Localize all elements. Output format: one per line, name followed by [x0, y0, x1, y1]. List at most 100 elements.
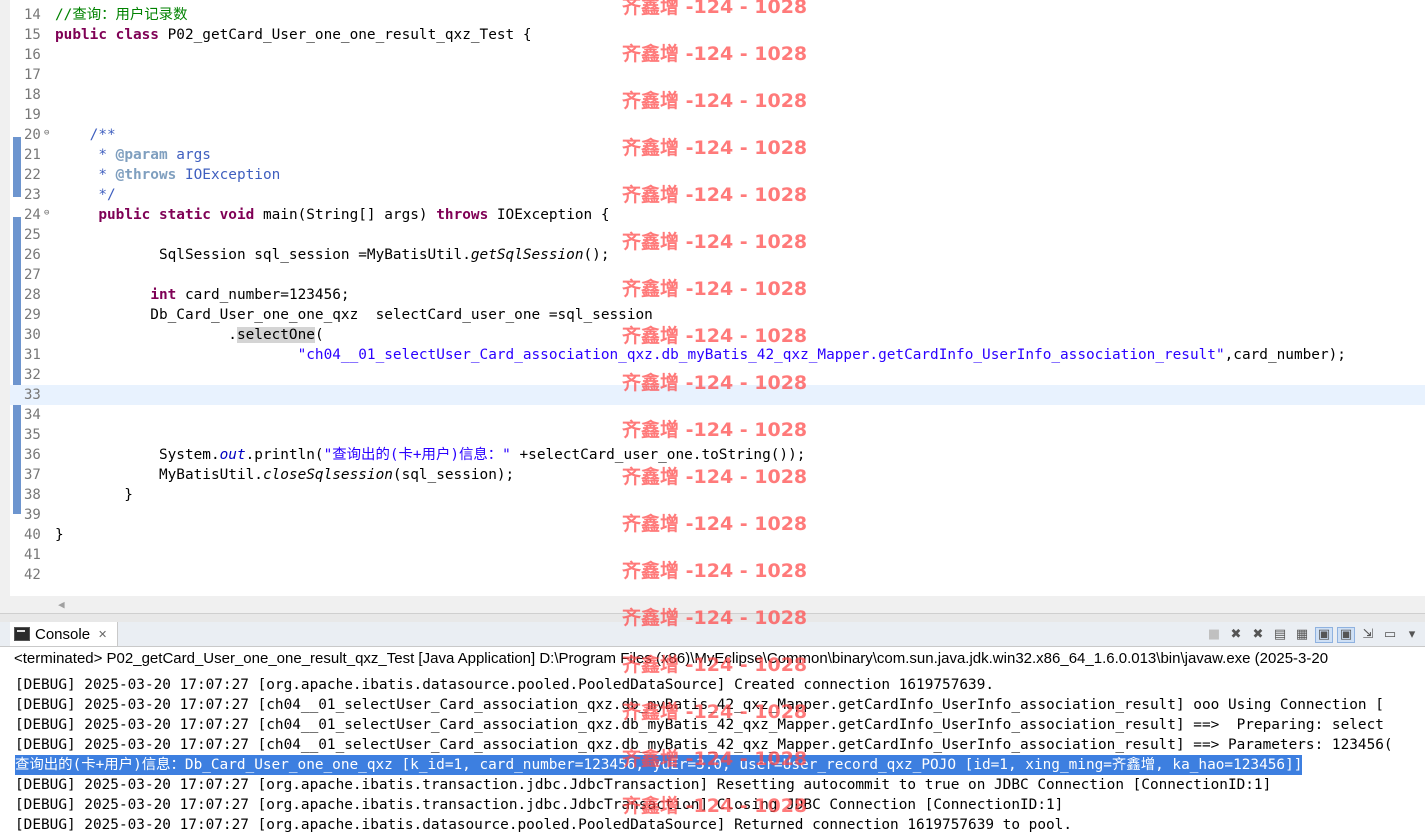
line-number: 36	[24, 447, 41, 463]
show-stderr-icon[interactable]: ▣	[1337, 627, 1355, 643]
fold-icon[interactable]: ⊖	[44, 209, 53, 218]
code-text: Db_Card_User_one_one_qxz selectCard_user…	[55, 307, 653, 323]
code-text: System.out.println("查询出的(卡+用户)信息：" +sele…	[55, 447, 806, 463]
remove-launch-icon[interactable]: ✖	[1227, 627, 1245, 643]
code-text: "ch04__01_selectUser_Card_association_qx…	[297, 347, 1346, 363]
code-line[interactable]: 37 MyBatisUtil.closeSqlsession(sql_sessi…	[10, 465, 1425, 485]
code-text: //查询：用户记录数	[55, 7, 188, 23]
code-line[interactable]: 16	[10, 45, 1425, 65]
line-number: 19	[24, 107, 41, 123]
line-number: 30	[24, 327, 41, 343]
code-line[interactable]: 32	[10, 365, 1425, 385]
code-text: public class P02_getCard_User_one_one_re…	[55, 27, 532, 43]
code-line[interactable]: 36 System.out.println("查询出的(卡+用户)信息：" +s…	[10, 445, 1425, 465]
code-line[interactable]: 20 ⊖ /**	[10, 125, 1425, 145]
console-toolbar: ■ ✖ ✖ ▤ ▦ ▣ ▣ ⇲ ▭ ▾	[1205, 626, 1425, 644]
code-text: }	[55, 487, 133, 503]
code-text: .selectOne(	[55, 327, 324, 343]
clear-console-icon[interactable]: ▤	[1271, 627, 1289, 643]
code-line[interactable]: 42	[10, 565, 1425, 585]
fold-icon[interactable]: ⊖	[44, 129, 53, 138]
code-line[interactable]: 18	[10, 85, 1425, 105]
code-text: int card_number=123456;	[150, 287, 350, 303]
code-text: */	[98, 187, 116, 203]
code-line[interactable]: 17	[10, 65, 1425, 85]
code-editor[interactable]: 1314//查询：用户记录数15public class P02_getCard…	[10, 0, 1425, 596]
line-number: 34	[24, 407, 41, 423]
code-line[interactable]: 19	[10, 105, 1425, 125]
console-tab-label: Console	[35, 625, 91, 643]
line-number: 15	[24, 27, 41, 43]
line-number: 40	[24, 527, 41, 543]
terminate-icon[interactable]: ■	[1205, 627, 1223, 643]
line-number: 17	[24, 67, 41, 83]
line-number: 26	[24, 247, 41, 263]
line-number: 16	[24, 47, 41, 63]
code-line[interactable]: 33	[10, 385, 1425, 405]
line-number: 39	[24, 507, 41, 523]
code-text: * @throws IOException	[98, 167, 281, 183]
view-menu-icon[interactable]: ▾	[1403, 627, 1421, 643]
line-number: 18	[24, 87, 41, 103]
code-line[interactable]: 30 .selectOne(	[10, 325, 1425, 345]
console-header: Console ✕ ■ ✖ ✖ ▤ ▦ ▣ ▣ ⇲ ▭ ▾	[0, 622, 1425, 647]
line-number: 42	[24, 567, 41, 583]
code-text: * @param args	[98, 147, 211, 163]
code-line[interactable]: 38 }	[10, 485, 1425, 505]
code-line[interactable]: 31 "ch04__01_selectUser_Card_association…	[10, 345, 1425, 365]
line-number: 37	[24, 467, 41, 483]
line-number: 23	[24, 187, 41, 203]
console-line[interactable]: [DEBUG] 2025-03-20 17:07:27 [ch04__01_se…	[15, 715, 1384, 735]
code-line[interactable]: 40}	[10, 525, 1425, 545]
code-line[interactable]: 26 SqlSession sql_session =MyBatisUtil.g…	[10, 245, 1425, 265]
code-line[interactable]: 39	[10, 505, 1425, 525]
close-icon[interactable]: ✕	[98, 628, 107, 641]
code-line[interactable]: 41	[10, 545, 1425, 565]
code-line[interactable]: 15 public class P02_getCard_User_one_one_…	[10, 25, 1425, 45]
console-line[interactable]: [DEBUG] 2025-03-20 17:07:27 [org.apache.…	[15, 775, 1271, 795]
editor-horizontal-scrollbar[interactable]: ◀	[10, 596, 1425, 613]
code-text: SqlSession sql_session =MyBatisUtil.getS…	[55, 247, 610, 263]
code-line[interactable]: 14 //查询：用户记录数	[10, 5, 1425, 25]
console-line[interactable]: [DEBUG] 2025-03-20 17:07:27 [ch04__01_se…	[15, 735, 1393, 755]
console-line[interactable]: [DEBUG] 2025-03-20 17:07:27 [ch04__01_se…	[15, 695, 1384, 715]
line-number: 29	[24, 307, 41, 323]
terminated-label: <terminated> P02_getCard_User_one_one_re…	[14, 650, 1329, 667]
line-number: 35	[24, 427, 41, 443]
code-line[interactable]: 21 * @param args	[10, 145, 1425, 165]
code-line[interactable]: 35	[10, 425, 1425, 445]
code-text: public static void main(String[] args) t…	[98, 207, 610, 223]
line-number: 27	[24, 267, 41, 283]
scroll-lock-icon[interactable]: ▦	[1293, 627, 1311, 643]
console-line[interactable]: [DEBUG] 2025-03-20 17:07:27 [org.apache.…	[15, 795, 1063, 815]
line-number: 14	[24, 7, 41, 23]
tab-console[interactable]: Console ✕	[10, 622, 119, 646]
code-text: MyBatisUtil.closeSqlsession(sql_session)…	[55, 467, 515, 483]
code-line[interactable]: 25	[10, 225, 1425, 245]
code-text: }	[55, 527, 64, 543]
code-line[interactable]: 22 * @throws IOException	[10, 165, 1425, 185]
line-number: 33	[24, 387, 41, 403]
code-line[interactable]: 29 Db_Card_User_one_one_qxz selectCard_u…	[10, 305, 1425, 325]
console-line[interactable]: [DEBUG] 2025-03-20 17:07:27 [org.apache.…	[15, 675, 994, 695]
console-line[interactable]: 查询出的(卡+用户)信息：Db_Card_User_one_one_qxz [k…	[15, 755, 1303, 775]
console-output[interactable]: <terminated> P02_getCard_User_one_one_re…	[10, 647, 1425, 840]
code-line[interactable]: 23 */	[10, 185, 1425, 205]
code-line[interactable]: 27	[10, 265, 1425, 285]
display-console-icon[interactable]: ▭	[1381, 627, 1399, 643]
pin-console-icon[interactable]: ⇲	[1359, 627, 1377, 643]
line-number: 41	[24, 547, 41, 563]
line-number: 22	[24, 167, 41, 183]
code-line[interactable]: 28 int card_number=123456;	[10, 285, 1425, 305]
code-line[interactable]: 24 ⊖ public static void main(String[] arg…	[10, 205, 1425, 225]
console-line[interactable]: [DEBUG] 2025-03-20 17:07:27 [org.apache.…	[15, 815, 1072, 835]
line-number: 28	[24, 287, 41, 303]
remove-all-icon[interactable]: ✖	[1249, 627, 1267, 643]
line-number: 25	[24, 227, 41, 243]
show-stdout-icon[interactable]: ▣	[1315, 627, 1333, 643]
line-number: 32	[24, 367, 41, 383]
code-line[interactable]: 34	[10, 405, 1425, 425]
line-number: 21	[24, 147, 41, 163]
scroll-left-icon[interactable]: ◀	[58, 598, 65, 611]
line-number: 38	[24, 487, 41, 503]
